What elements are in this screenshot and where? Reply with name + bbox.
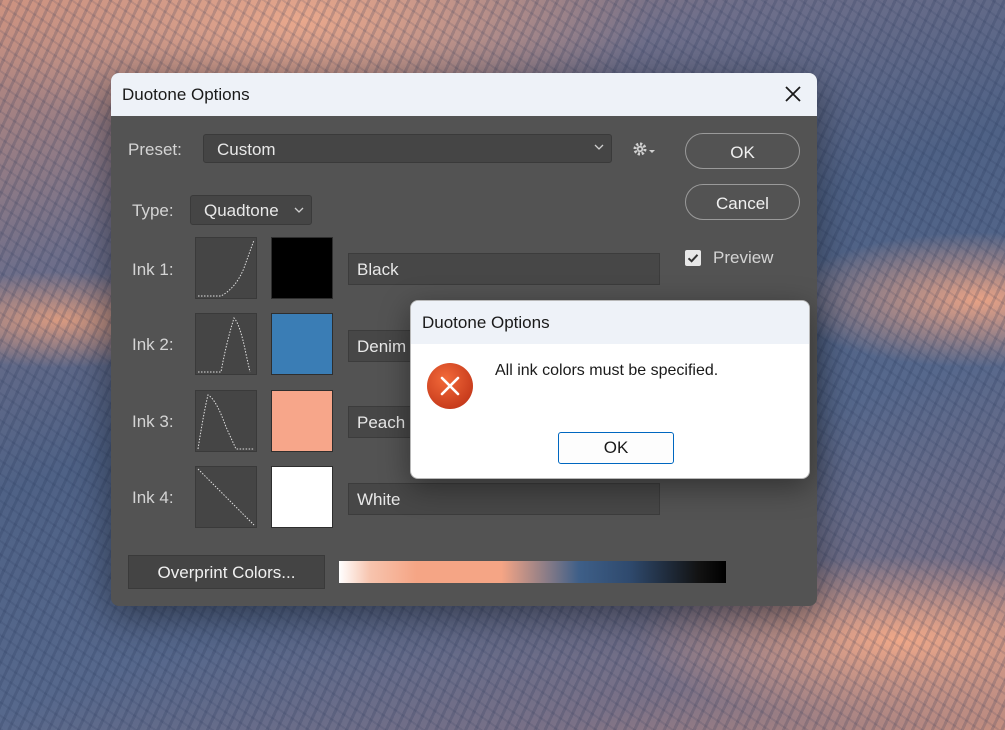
type-label: Type: xyxy=(132,201,174,220)
alert-titlebar: Duotone Options xyxy=(411,301,809,344)
ink-3-label: Ink 3: xyxy=(132,412,174,431)
ok-button[interactable]: OK xyxy=(685,133,800,169)
ink-2-curve-button[interactable] xyxy=(195,313,257,375)
type-value: Quadtone xyxy=(204,201,279,220)
ink-4-label: Ink 4: xyxy=(132,488,174,507)
ink-1-color-swatch[interactable] xyxy=(271,237,333,299)
checkmark-icon xyxy=(687,254,699,263)
preset-value: Custom xyxy=(217,140,276,159)
gear-icon[interactable] xyxy=(631,140,657,158)
ink-3-color-swatch[interactable] xyxy=(271,390,333,452)
ink-1-name-field[interactable]: Black xyxy=(348,253,660,285)
type-select[interactable]: Quadtone xyxy=(190,195,312,225)
ink-curve-graph xyxy=(197,394,254,450)
error-alert-dialog: Duotone Options All ink colors must be s… xyxy=(410,300,810,479)
duotone-gradient-preview xyxy=(339,561,726,583)
alert-title: Duotone Options xyxy=(422,313,550,332)
ink-curve-graph xyxy=(198,317,251,373)
preview-checkbox[interactable] xyxy=(685,250,701,266)
preset-select[interactable]: Custom xyxy=(203,134,612,163)
alert-message: All ink colors must be specified. xyxy=(495,362,719,379)
ink-curve-graph xyxy=(198,239,255,297)
overprint-colors-button[interactable]: Overprint Colors... xyxy=(128,555,325,589)
ink-4-color-swatch[interactable] xyxy=(271,466,333,528)
preset-label: Preset: xyxy=(128,140,182,159)
ink-3-curve-button[interactable] xyxy=(195,390,257,452)
error-icon xyxy=(427,363,473,409)
chevron-down-icon xyxy=(594,144,604,150)
ink-curve-graph xyxy=(197,468,255,526)
cancel-button[interactable]: Cancel xyxy=(685,184,800,220)
preview-label: Preview xyxy=(713,248,774,267)
ink-2-color-swatch[interactable] xyxy=(271,313,333,375)
dialog-titlebar: Duotone Options xyxy=(111,73,817,116)
dialog-title: Duotone Options xyxy=(122,85,250,104)
close-icon[interactable] xyxy=(781,82,805,106)
chevron-down-icon xyxy=(294,207,304,213)
ink-2-label: Ink 2: xyxy=(132,335,174,354)
ink-4-name-field[interactable]: White xyxy=(348,483,660,515)
ink-4-curve-button[interactable] xyxy=(195,466,257,528)
ink-1-curve-button[interactable] xyxy=(195,237,257,299)
alert-ok-button[interactable]: OK xyxy=(558,432,674,464)
ink-1-label: Ink 1: xyxy=(132,260,174,279)
